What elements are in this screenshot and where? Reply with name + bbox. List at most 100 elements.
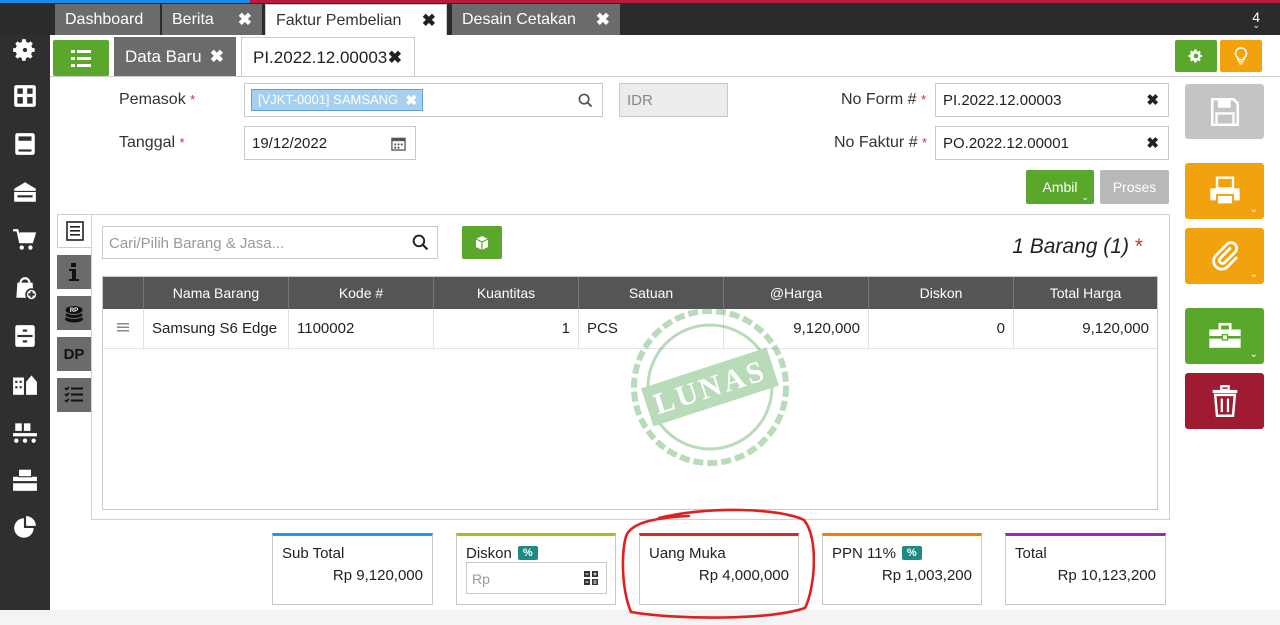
cell-nama-barang[interactable]: Samsung S6 Edge xyxy=(143,309,288,349)
bank-card-icon[interactable] xyxy=(11,178,39,206)
uang-muka-label: Uang Muka xyxy=(649,545,726,562)
tab-checklist[interactable] xyxy=(57,378,91,412)
chevron-down-icon: ⌄ xyxy=(1249,269,1258,280)
column-header[interactable]: Nama Barang xyxy=(143,277,288,309)
rp-coins-icon: RP xyxy=(64,305,84,323)
drag-handle-icon[interactable] xyxy=(117,322,129,332)
cell-satuan[interactable]: PCS xyxy=(578,309,723,349)
close-icon[interactable]: ✖ xyxy=(596,4,610,35)
close-icon[interactable]: ✖ xyxy=(422,5,436,36)
conveyor-icon[interactable] xyxy=(11,418,39,446)
nofaktur-label: No Faktur # * xyxy=(834,134,927,152)
status-strip xyxy=(0,610,1280,625)
tab-record[interactable]: PI.2022.12.00003 ✖ xyxy=(241,37,415,77)
tab-faktur-pembelian[interactable]: Faktur Pembelian ✖ xyxy=(265,4,447,35)
total-label: Total xyxy=(1015,545,1047,562)
pie-chart-icon[interactable] xyxy=(11,514,39,542)
ppn-label: PPN 11%% xyxy=(832,545,922,562)
shopping-cart-icon[interactable] xyxy=(11,226,39,254)
column-header[interactable]: Kode # xyxy=(288,277,433,309)
nofaktur-field[interactable]: PO.2022.12.00001 ✖ xyxy=(935,126,1169,160)
chip-text: [VJKT-0001] SAMSANG xyxy=(258,92,399,107)
currency-field: IDR xyxy=(619,83,728,117)
add-item-button[interactable] xyxy=(462,226,502,259)
tab-desain-cetakan[interactable]: Desain Cetakan ✖ xyxy=(452,4,620,35)
printer-icon xyxy=(1209,176,1240,206)
noform-field[interactable]: PI.2022.12.00003 ✖ xyxy=(935,83,1169,117)
cell-total-harga[interactable]: 9,120,000 xyxy=(1013,309,1157,349)
list-view-button[interactable] xyxy=(53,40,109,76)
chevron-down-icon[interactable]: ⌄ xyxy=(1252,20,1260,31)
cell-diskon[interactable]: 0 xyxy=(868,309,1013,349)
item-search-input[interactable] xyxy=(109,232,399,254)
save-button[interactable] xyxy=(1185,84,1264,139)
diskon-label: Diskon% xyxy=(466,545,538,562)
ambil-button[interactable]: Ambil ⌄ xyxy=(1026,170,1094,204)
calculator-icon[interactable] xyxy=(584,571,598,585)
required-mark: * xyxy=(1134,235,1143,258)
table-row[interactable]: Samsung S6 Edge 1100002 1 PCS 9,120,000 … xyxy=(103,309,1157,349)
cabinet-icon[interactable] xyxy=(11,322,39,350)
diskon-input[interactable] xyxy=(472,569,572,589)
settings-gear-icon[interactable] xyxy=(11,36,39,64)
print-button[interactable]: ⌄ xyxy=(1185,163,1264,219)
tab-dashboard[interactable]: Dashboard xyxy=(55,4,160,35)
field-value: PI.2022.12.00003 xyxy=(943,92,1062,109)
item-search-field[interactable] xyxy=(102,226,438,259)
pemasok-label: Pemasok * xyxy=(119,91,195,109)
tips-button[interactable] xyxy=(1220,40,1262,72)
total-card: Total Rp 10,123,200 xyxy=(1005,533,1166,605)
clear-icon[interactable]: ✖ xyxy=(1146,134,1159,152)
column-header[interactable]: @Harga xyxy=(723,277,868,309)
delete-button[interactable] xyxy=(1185,373,1264,429)
date-value: 19/12/2022 xyxy=(252,135,328,152)
tab-label: Berita xyxy=(172,11,214,28)
shopping-bag-add-icon[interactable] xyxy=(11,274,39,302)
field-value: PO.2022.12.00001 xyxy=(943,135,1069,152)
tools-button[interactable]: ⌄ xyxy=(1185,308,1264,364)
column-header[interactable]: Total Harga xyxy=(1013,277,1157,309)
top-tab-bar: Dashboard Berita ✖ Faktur Pembelian ✖ De… xyxy=(0,0,1280,35)
subtotal-value: Rp 9,120,000 xyxy=(332,567,423,584)
cell-kuantitas[interactable]: 1 xyxy=(433,309,578,349)
calendar-icon[interactable] xyxy=(391,136,406,151)
noform-label: No Form # * xyxy=(841,91,926,109)
floppy-disk-icon xyxy=(1210,97,1239,126)
clear-icon[interactable]: ✖ xyxy=(1146,91,1159,109)
ledger-book-icon[interactable] xyxy=(11,130,39,158)
detail-vertical-tabs: RP DP xyxy=(57,214,91,419)
list-icon xyxy=(65,221,84,241)
tab-info[interactable] xyxy=(57,255,91,289)
tab-data-baru[interactable]: Data Baru ✖ xyxy=(114,37,236,77)
pemasok-field[interactable]: [VJKT-0001] SAMSANG ✖ xyxy=(244,83,603,117)
remove-chip-icon[interactable]: ✖ xyxy=(405,90,417,110)
diskon-card: Diskon% xyxy=(456,533,616,605)
percent-badge[interactable]: % xyxy=(517,546,538,560)
tax-icon[interactable] xyxy=(11,466,39,494)
search-icon[interactable] xyxy=(412,234,429,251)
dashboard-grid-icon[interactable] xyxy=(11,82,39,110)
close-icon[interactable]: ✖ xyxy=(388,38,402,78)
required-mark: * xyxy=(190,92,196,107)
building-icon[interactable] xyxy=(11,370,39,398)
subtotal-label: Sub Total xyxy=(282,545,345,562)
settings-button[interactable] xyxy=(1175,40,1217,72)
tanggal-date-field[interactable]: 19/12/2022 xyxy=(244,126,416,160)
column-header[interactable]: Diskon xyxy=(868,277,1013,309)
close-icon[interactable]: ✖ xyxy=(210,37,224,77)
close-icon[interactable]: ✖ xyxy=(238,4,252,35)
cell-harga[interactable]: 9,120,000 xyxy=(723,309,868,349)
percent-badge[interactable]: % xyxy=(901,546,922,560)
column-header[interactable]: Satuan xyxy=(578,277,723,309)
attachment-button[interactable]: ⌄ xyxy=(1185,228,1264,284)
tab-payment[interactable]: RP xyxy=(57,296,91,330)
column-header[interactable]: Kuantitas xyxy=(433,277,578,309)
cell-kode[interactable]: 1100002 xyxy=(288,309,433,349)
tab-items-list[interactable] xyxy=(57,214,91,248)
diskon-field[interactable] xyxy=(466,562,607,594)
proses-button[interactable]: Proses xyxy=(1100,170,1169,204)
tab-dp[interactable]: DP xyxy=(57,337,91,371)
tab-berita[interactable]: Berita ✖ xyxy=(162,4,262,35)
search-icon[interactable] xyxy=(578,93,593,108)
table-header: Nama Barang Kode # Kuantitas Satuan @Har… xyxy=(103,277,1157,309)
